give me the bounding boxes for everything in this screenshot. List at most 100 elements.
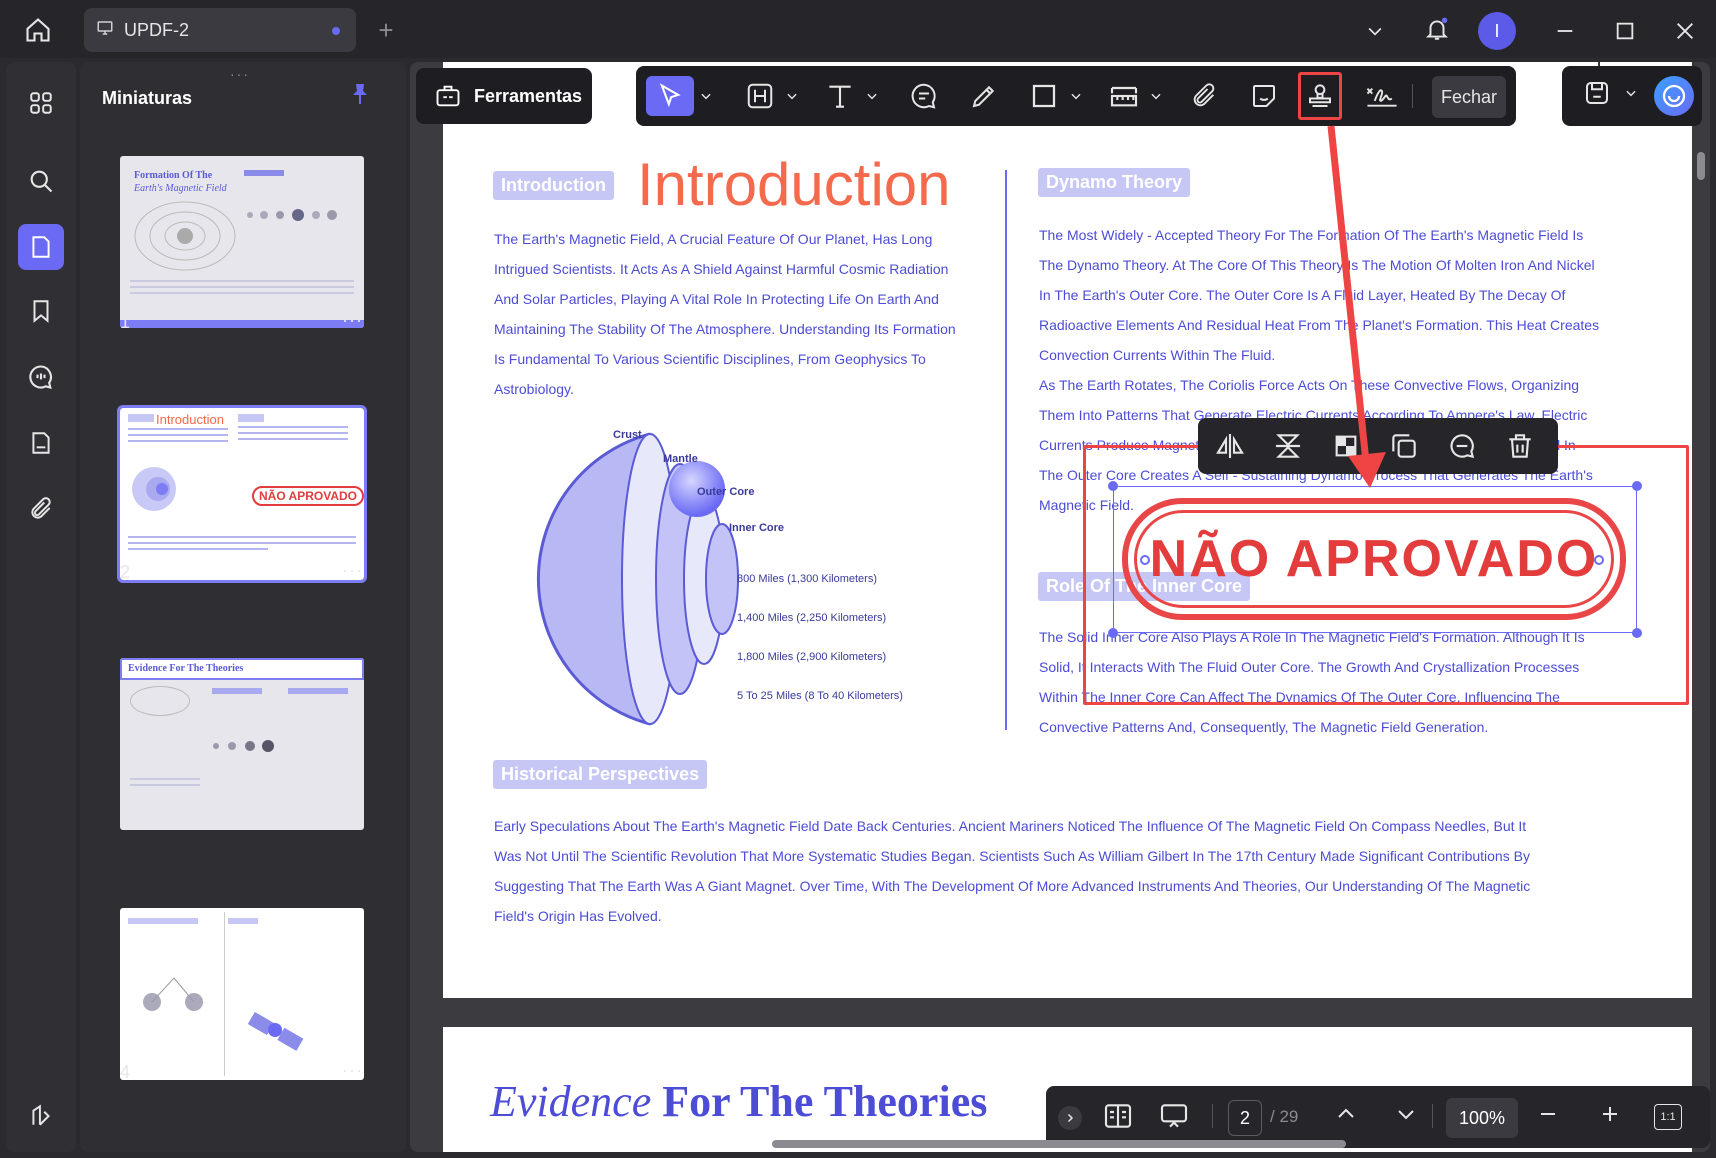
previous-page-icon[interactable] (1334, 1102, 1364, 1132)
form-document-icon[interactable] (18, 420, 64, 466)
minimize-icon[interactable] (1550, 16, 1580, 46)
search-icon[interactable] (18, 158, 64, 204)
save-icon[interactable] (1582, 78, 1618, 114)
section-title: Introduction (637, 151, 951, 218)
pin-icon[interactable] (348, 80, 378, 110)
divider (1432, 1104, 1433, 1128)
new-tab-plus-icon[interactable]: + (370, 14, 402, 46)
tools-button[interactable]: Ferramentas (416, 68, 592, 124)
thumb-number: 2 (120, 562, 131, 582)
stamp-text: NÃO APROVADO (1149, 530, 1599, 588)
thumb-more-button[interactable]: ··· (342, 810, 363, 831)
thumb-more-button[interactable]: ··· (342, 560, 363, 581)
thumbnails-panel: ··· Miniaturas Formation Of The Earth's … (80, 62, 406, 1152)
page-thumbnail-3[interactable]: Evidence For The Theories (120, 658, 364, 830)
thumb-more-button[interactable]: ··· (342, 310, 363, 331)
earth-layers-illustration (132, 467, 176, 511)
delete-trash-icon[interactable] (1504, 430, 1536, 462)
ai-assistant-icon[interactable] (1654, 76, 1694, 116)
vertical-scrollbar[interactable] (1697, 152, 1705, 180)
distance-label: 800 Miles (1,300 Kilometers) (737, 573, 878, 585)
close-tools-button[interactable]: Fechar (1432, 76, 1506, 118)
comments-icon[interactable] (18, 354, 64, 400)
zoom-out-icon[interactable] (1536, 1102, 1566, 1132)
page-number-input[interactable]: 2 (1228, 1100, 1262, 1136)
satellite-illustration (247, 1011, 304, 1051)
bottom-navigation-bar: 1:1 (1046, 1086, 1710, 1148)
label-mantle: Mantle (663, 453, 698, 465)
expand-chevron-icon[interactable] (1058, 1106, 1082, 1130)
copy-icon[interactable] (1388, 430, 1420, 462)
actual-size-button[interactable]: 1:1 (1654, 1104, 1682, 1130)
signature-icon[interactable] (1362, 76, 1402, 116)
avatar[interactable]: I (1478, 12, 1516, 50)
label-crust: Crust (613, 429, 642, 441)
bookmark-icon[interactable] (18, 288, 64, 334)
page-thumbnail-1[interactable]: Formation Of The Earth's Magnetic Field (120, 156, 364, 328)
thumb-title: Formation Of The (134, 170, 213, 181)
chevron-down-icon[interactable] (784, 80, 800, 112)
sticker-icon[interactable] (1244, 76, 1284, 116)
thumb-more-button[interactable]: ··· (342, 1060, 363, 1081)
rectangle-shape-icon[interactable] (1024, 76, 1064, 116)
magnetic-field-illustration (134, 201, 236, 271)
left-rail (6, 62, 76, 1152)
measure-ruler-icon[interactable] (1104, 76, 1144, 116)
chevron-down-icon[interactable] (1068, 80, 1084, 112)
zoom-in-icon[interactable] (1598, 1102, 1628, 1132)
drag-handle[interactable]: ··· (230, 66, 250, 82)
thumb-number: 4 (120, 1062, 131, 1082)
page-layout-icon[interactable] (1102, 1100, 1138, 1136)
right-toolbar-group (1562, 66, 1702, 126)
attachment-icon[interactable] (18, 486, 64, 532)
text-comment-icon[interactable] (904, 76, 944, 116)
tools-label: Ferramentas (474, 85, 583, 106)
stamp-tool-icon[interactable] (1298, 72, 1342, 120)
chevron-down-icon[interactable] (1624, 86, 1640, 106)
divider (1212, 1104, 1213, 1128)
comment-icon[interactable] (1446, 430, 1478, 462)
apps-grid-icon[interactable] (18, 80, 64, 126)
title-bar: UPDF-2 + I (0, 0, 1716, 58)
stamp-annotation[interactable]: NÃO APROVADO (1122, 498, 1626, 620)
heading-text-icon[interactable] (740, 76, 780, 116)
zoom-level[interactable]: 100% (1446, 1098, 1518, 1138)
opacity-icon[interactable] (1330, 430, 1362, 462)
column-divider (1005, 170, 1007, 730)
monitor-icon (96, 19, 114, 42)
chevron-down-icon[interactable] (1148, 80, 1164, 112)
layers-icon[interactable] (18, 1092, 64, 1138)
resize-handle[interactable] (1632, 628, 1642, 638)
tab-label: UPDF-2 (124, 19, 190, 40)
attachment-icon[interactable] (1184, 76, 1224, 116)
page-thumbnail-2[interactable]: Introduction NÃO APROVADO (117, 405, 367, 583)
pencil-draw-icon[interactable] (964, 76, 1004, 116)
presentation-icon[interactable] (1158, 1100, 1194, 1136)
flip-vertical-icon[interactable] (1272, 430, 1304, 462)
resize-handle[interactable] (1632, 481, 1642, 491)
thumbnails-page-icon[interactable] (18, 224, 64, 270)
document-tab[interactable]: UPDF-2 (84, 8, 356, 52)
unsaved-dot-icon (332, 27, 340, 35)
chevron-down-icon[interactable] (698, 80, 714, 112)
home-icon[interactable] (20, 12, 56, 48)
introduction-paragraph: The Earth's Magnetic Field, A Crucial Fe… (494, 231, 956, 397)
chevron-down-icon[interactable] (1360, 16, 1390, 46)
distance-label: 1,400 Miles (2,250 Kilometers) (737, 612, 887, 624)
thumb-subtitle: Earth's Magnetic Field (134, 183, 227, 194)
close-window-icon[interactable] (1670, 16, 1700, 46)
horizontal-scrollbar[interactable] (772, 1140, 1346, 1148)
resize-handle[interactable] (1108, 628, 1118, 638)
chevron-down-icon[interactable] (864, 80, 880, 112)
label-inner-core: Inner Core (729, 522, 785, 534)
text-tool-icon[interactable] (820, 76, 860, 116)
flip-horizontal-icon[interactable] (1214, 430, 1246, 462)
notification-bell-icon[interactable] (1420, 12, 1454, 46)
distance-label: 5 To 25 Miles (8 To 40 Kilometers) (737, 690, 903, 702)
thumb-stamp: NÃO APROVADO (252, 486, 364, 506)
resize-handle[interactable] (1108, 481, 1118, 491)
page-thumbnail-4[interactable] (120, 908, 364, 1080)
next-page-icon[interactable] (1394, 1102, 1424, 1132)
maximize-icon[interactable] (1610, 16, 1640, 46)
select-cursor-icon[interactable] (646, 76, 694, 116)
